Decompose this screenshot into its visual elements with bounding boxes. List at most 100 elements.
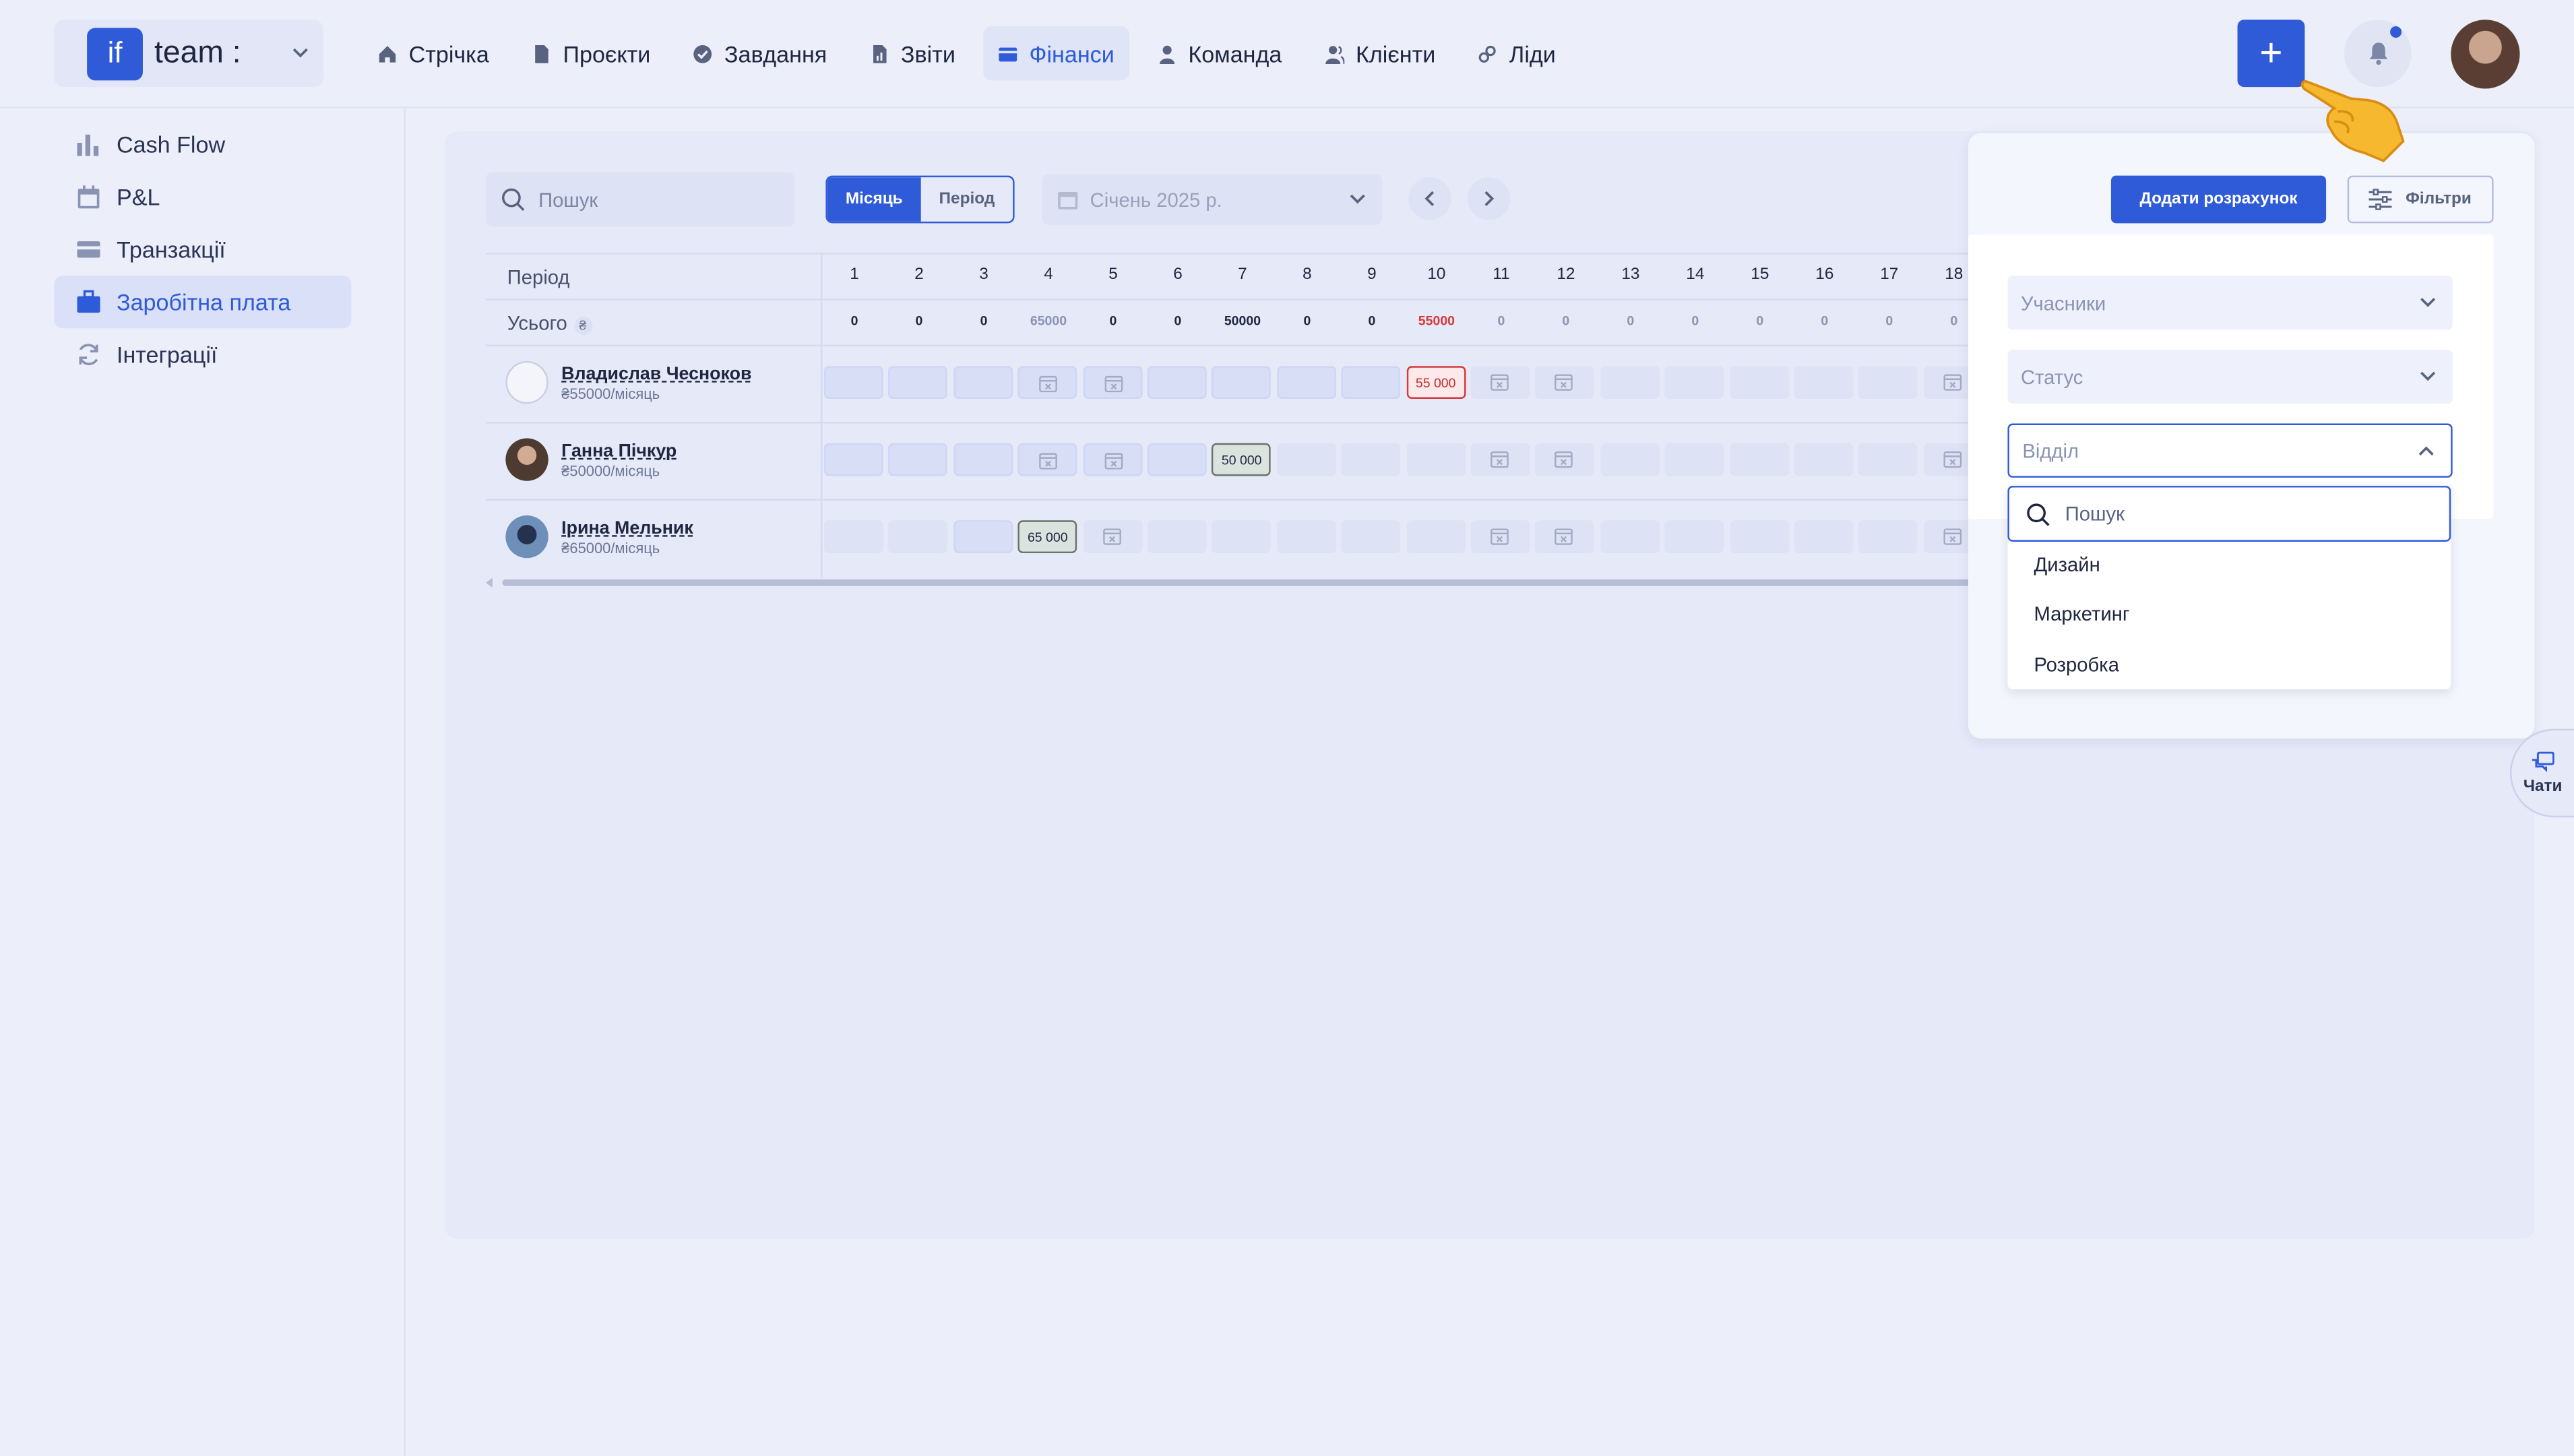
- sidebar-item-payroll[interactable]: Заробітна плата: [54, 276, 352, 329]
- employee-name[interactable]: Ганна Пічкур: [561, 441, 677, 460]
- day-cell[interactable]: [1470, 520, 1530, 553]
- day-cell[interactable]: [1276, 443, 1336, 476]
- day-cell[interactable]: [1858, 520, 1918, 553]
- scrollbar-thumb[interactable]: [502, 579, 1980, 586]
- day-cell[interactable]: [1212, 366, 1272, 399]
- day-cell[interactable]: [1600, 443, 1660, 476]
- day-cell[interactable]: [1341, 520, 1401, 553]
- month-select[interactable]: Січень 2025 р.: [1042, 174, 1383, 225]
- total-row-label: Усього ₴: [507, 312, 592, 335]
- day-cell[interactable]: [1858, 443, 1918, 476]
- day-cell[interactable]: [1664, 520, 1724, 553]
- day-cell[interactable]: [1794, 443, 1854, 476]
- day-cell[interactable]: [953, 366, 1013, 399]
- day-cell[interactable]: [1276, 520, 1336, 553]
- day-cell[interactable]: [1341, 366, 1401, 399]
- sidebar-item-integrations[interactable]: Інтеграції: [54, 328, 351, 381]
- mode-month-button[interactable]: Місяць: [827, 177, 921, 222]
- calendar-x-icon: [1104, 375, 1123, 393]
- user-avatar[interactable]: [2451, 20, 2520, 89]
- day-header: 1: [850, 265, 859, 284]
- day-cell[interactable]: [1664, 443, 1724, 476]
- department-select[interactable]: Відділ: [2007, 423, 2453, 478]
- day-cell[interactable]: [1470, 366, 1530, 399]
- nav-item-finance[interactable]: Фінанси: [983, 26, 1129, 81]
- day-total: 0: [1821, 313, 1829, 329]
- day-cell[interactable]: [823, 443, 883, 476]
- employee-name[interactable]: Владислав Чесноков: [561, 364, 751, 383]
- day-cell[interactable]: [1794, 520, 1854, 553]
- notification-dot: [2390, 26, 2402, 38]
- employee-row[interactable]: Ганна Пічкур ₴50000/місяць: [505, 438, 677, 481]
- prev-month-button[interactable]: [1408, 177, 1451, 220]
- day-cell[interactable]: [888, 366, 948, 399]
- sidebar-item-cash-flow[interactable]: Cash Flow: [54, 118, 351, 170]
- participants-select[interactable]: Учасники: [2007, 276, 2453, 330]
- department-option[interactable]: Маркетинг: [2034, 602, 2129, 625]
- payment-cell[interactable]: 55 000: [1406, 366, 1466, 399]
- day-cell[interactable]: [1082, 520, 1142, 553]
- day-cell[interactable]: [1341, 443, 1401, 476]
- nav-item-clients[interactable]: Клієнти: [1310, 26, 1450, 80]
- day-cell[interactable]: [1729, 443, 1789, 476]
- status-placeholder: Статус: [2020, 365, 2083, 389]
- day-cell[interactable]: [888, 520, 948, 553]
- employee-info: Ганна Пічкур ₴50000/місяць: [561, 441, 677, 478]
- day-cell[interactable]: [888, 443, 948, 476]
- nav-item-projects[interactable]: Проєкти: [517, 26, 665, 80]
- day-cell[interactable]: [1794, 366, 1854, 399]
- status-select[interactable]: Статус: [2007, 349, 2453, 404]
- employee-name[interactable]: Ірина Мельник: [561, 518, 693, 538]
- day-cell[interactable]: [1858, 366, 1918, 399]
- day-cell[interactable]: [1212, 520, 1272, 553]
- sidebar-item-transactions[interactable]: Транзакції: [54, 223, 351, 276]
- day-cell[interactable]: [1147, 520, 1207, 553]
- nav-item-team[interactable]: Команда: [1142, 26, 1296, 80]
- day-cell[interactable]: [1600, 520, 1660, 553]
- nav-item-reports[interactable]: Звіти: [855, 26, 970, 80]
- department-option[interactable]: Дизайн: [2034, 553, 2100, 576]
- workspace-switcher[interactable]: if team :: [54, 20, 323, 88]
- day-cell[interactable]: [823, 366, 883, 399]
- department-option[interactable]: Розробка: [2034, 654, 2119, 676]
- day-cell[interactable]: [1729, 366, 1789, 399]
- day-cell[interactable]: [1017, 366, 1077, 399]
- mode-period-button[interactable]: Період: [921, 177, 1013, 222]
- day-cell[interactable]: [1535, 443, 1595, 476]
- department-search-input[interactable]: Пошук: [2007, 486, 2451, 542]
- filters-button[interactable]: Фільтри: [2347, 175, 2494, 224]
- day-cell[interactable]: [1406, 443, 1466, 476]
- day-cell[interactable]: [1082, 366, 1142, 399]
- day-cell[interactable]: [823, 520, 883, 553]
- period-header: Період: [507, 265, 570, 289]
- nav-item-feed[interactable]: Стрічка: [363, 26, 503, 80]
- day-cell[interactable]: [1729, 520, 1789, 553]
- employee-row[interactable]: Владислав Чесноков ₴55000/місяць: [505, 360, 751, 404]
- day-cell[interactable]: [1470, 443, 1530, 476]
- employee-row[interactable]: Ірина Мельник ₴65000/місяць: [505, 515, 693, 559]
- payment-cell[interactable]: 50 000: [1212, 443, 1272, 476]
- day-cell[interactable]: [1600, 366, 1660, 399]
- day-cell[interactable]: [953, 520, 1013, 553]
- day-cell[interactable]: [1664, 366, 1724, 399]
- day-cell[interactable]: [1017, 443, 1077, 476]
- employee-avatar: [505, 360, 548, 404]
- day-total: 0: [980, 313, 988, 329]
- add-calculation-button[interactable]: Додати розрахунок: [2110, 175, 2327, 224]
- day-header: 5: [1108, 265, 1118, 284]
- nav-item-leads[interactable]: Ліди: [1464, 26, 1571, 80]
- day-cell[interactable]: [1147, 366, 1207, 399]
- sidebar-item-pnl[interactable]: P&L: [54, 170, 351, 223]
- day-cell[interactable]: [1276, 366, 1336, 399]
- day-cell[interactable]: [1147, 443, 1207, 476]
- day-cell[interactable]: [1535, 366, 1595, 399]
- create-button[interactable]: +: [2237, 20, 2305, 88]
- day-cell[interactable]: [1406, 520, 1466, 553]
- next-month-button[interactable]: [1467, 177, 1511, 220]
- day-cell[interactable]: [1082, 443, 1142, 476]
- day-cell[interactable]: [953, 443, 1013, 476]
- day-cell[interactable]: [1535, 520, 1595, 553]
- payment-cell[interactable]: 65 000: [1017, 520, 1077, 553]
- nav-item-tasks[interactable]: Завдання: [679, 26, 842, 80]
- search-input[interactable]: Пошук: [486, 172, 795, 227]
